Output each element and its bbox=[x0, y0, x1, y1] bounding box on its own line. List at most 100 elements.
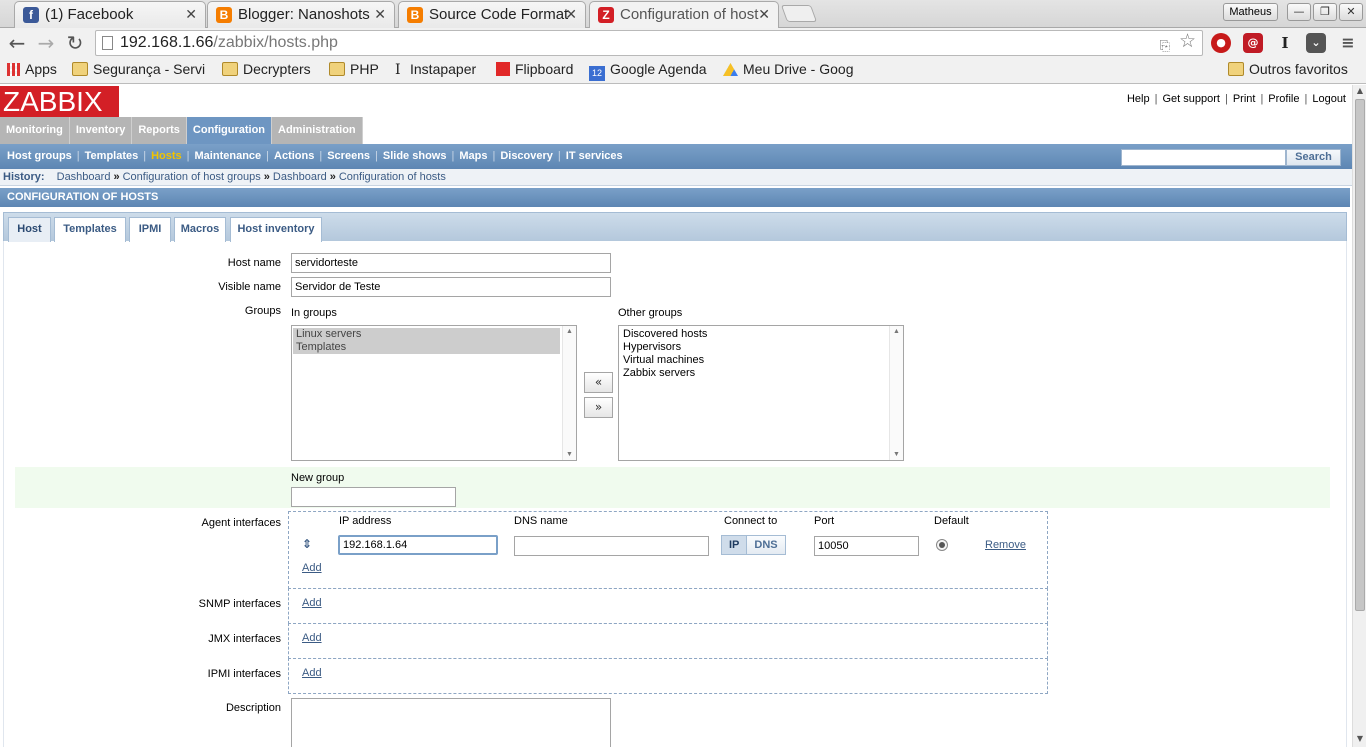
page-scrollbar[interactable]: ▲ ▼ bbox=[1352, 85, 1366, 747]
scrollbar[interactable]: ▲ ▼ bbox=[562, 326, 576, 460]
tab-templates[interactable]: Templates bbox=[54, 217, 126, 242]
description-field[interactable] bbox=[291, 698, 611, 747]
browser-tab-blogger[interactable]: B Blogger: Nanoshots ✕ bbox=[207, 1, 395, 28]
scrollbar-thumb[interactable] bbox=[1355, 99, 1365, 611]
submenu-host-groups[interactable]: Host groups bbox=[7, 150, 72, 162]
back-icon[interactable]: ← bbox=[5, 31, 29, 55]
menu-administration[interactable]: Administration bbox=[272, 117, 363, 144]
scrollbar[interactable]: ▲ ▼ bbox=[889, 326, 903, 460]
new-group-field[interactable] bbox=[291, 487, 456, 507]
history-link-dashboard[interactable]: Dashboard bbox=[57, 171, 111, 183]
menu-monitoring[interactable]: Monitoring bbox=[0, 117, 70, 144]
forward-icon[interactable]: → bbox=[34, 31, 58, 55]
remove-interface-link[interactable]: Remove bbox=[985, 539, 1026, 551]
menu-icon[interactable]: ≡ bbox=[1338, 33, 1358, 53]
scroll-down-icon[interactable]: ▼ bbox=[563, 451, 576, 458]
scroll-up-icon[interactable]: ▲ bbox=[1353, 86, 1366, 98]
translate-icon[interactable]: ⎘ bbox=[1160, 34, 1170, 58]
bookmark-decrypters[interactable]: Decrypters bbox=[222, 61, 311, 77]
zabbix-logo[interactable]: ZABBIX bbox=[0, 86, 119, 117]
get-support-link[interactable]: Get support bbox=[1162, 93, 1219, 105]
default-radio[interactable] bbox=[936, 539, 948, 551]
profile-button[interactable]: Matheus bbox=[1223, 3, 1278, 21]
browser-tab-zabbix[interactable]: Z Configuration of host ✕ bbox=[589, 1, 779, 28]
search-button[interactable]: Search bbox=[1286, 149, 1341, 166]
submenu-maintenance[interactable]: Maintenance bbox=[195, 150, 262, 162]
print-link[interactable]: Print bbox=[1233, 93, 1256, 105]
lastpass-icon[interactable]: @ bbox=[1243, 33, 1263, 53]
bookmark-php[interactable]: PHP bbox=[329, 61, 379, 77]
bookmark-apps[interactable]: Apps bbox=[7, 61, 57, 77]
list-item[interactable]: Templates bbox=[293, 341, 560, 354]
list-item[interactable]: Zabbix servers bbox=[620, 367, 887, 380]
list-item[interactable]: Discovered hosts bbox=[620, 328, 887, 341]
tab-host-inventory[interactable]: Host inventory bbox=[230, 217, 322, 242]
submenu-discovery[interactable]: Discovery bbox=[500, 150, 553, 162]
visible-name-field[interactable]: Servidor de Teste bbox=[291, 277, 611, 297]
browser-tab-facebook[interactable]: f (1) Facebook ✕ bbox=[14, 1, 206, 28]
tab-macros[interactable]: Macros bbox=[174, 217, 226, 242]
menu-configuration[interactable]: Configuration bbox=[186, 117, 273, 144]
submenu-slide-shows[interactable]: Slide shows bbox=[383, 150, 447, 162]
reload-icon[interactable]: ↻ bbox=[63, 31, 87, 55]
submenu-templates[interactable]: Templates bbox=[85, 150, 139, 162]
tab-host[interactable]: Host bbox=[8, 217, 51, 242]
minimize-icon[interactable]: — bbox=[1287, 3, 1311, 21]
scroll-down-icon[interactable]: ▼ bbox=[890, 451, 903, 458]
scroll-up-icon[interactable]: ▲ bbox=[563, 328, 576, 335]
tab-ipmi[interactable]: IPMI bbox=[129, 217, 171, 242]
menu-inventory[interactable]: Inventory bbox=[69, 117, 133, 144]
maximize-icon[interactable]: ❐ bbox=[1313, 3, 1337, 21]
profile-link[interactable]: Profile bbox=[1268, 93, 1299, 105]
adblock-icon[interactable]: ● bbox=[1211, 33, 1231, 53]
move-left-button[interactable]: « bbox=[584, 372, 613, 393]
other-groups-list[interactable]: Discovered hosts Hypervisors Virtual mac… bbox=[618, 325, 904, 461]
ip-address-field[interactable]: 192.168.1.64 bbox=[338, 535, 498, 555]
logout-link[interactable]: Logout bbox=[1312, 93, 1346, 105]
list-item[interactable]: Hypervisors bbox=[620, 341, 887, 354]
history-link-host-groups[interactable]: Configuration of host groups bbox=[123, 171, 261, 183]
scroll-down-icon[interactable]: ▼ bbox=[1353, 734, 1366, 746]
bookmark-flipboard[interactable]: Flipboard bbox=[496, 61, 573, 77]
menu-reports[interactable]: Reports bbox=[132, 117, 187, 144]
add-snmp-interface-link[interactable]: Add bbox=[302, 597, 322, 609]
bookmark-other-favorites[interactable]: Outros favoritos bbox=[1228, 61, 1348, 77]
help-link[interactable]: Help bbox=[1127, 93, 1150, 105]
bookmark-meu-drive[interactable]: Meu Drive - Goog bbox=[723, 61, 861, 77]
search-input[interactable] bbox=[1121, 149, 1286, 166]
dns-name-field[interactable] bbox=[514, 536, 709, 556]
drag-handle-icon[interactable]: ⇕ bbox=[302, 537, 312, 551]
submenu-it-services[interactable]: IT services bbox=[566, 150, 623, 162]
add-jmx-interface-link[interactable]: Add bbox=[302, 632, 322, 644]
in-groups-list[interactable]: Linux servers Templates ▲ ▼ bbox=[291, 325, 577, 461]
close-icon[interactable]: ✕ bbox=[565, 6, 577, 23]
submenu-hosts[interactable]: Hosts bbox=[151, 150, 182, 162]
add-agent-interface-link[interactable]: Add bbox=[302, 562, 322, 574]
connect-dns-button[interactable]: DNS bbox=[747, 536, 785, 554]
host-name-field[interactable]: servidorteste bbox=[291, 253, 611, 273]
move-right-button[interactable]: » bbox=[584, 397, 613, 418]
connect-ip-button[interactable]: IP bbox=[722, 536, 748, 554]
add-ipmi-interface-link[interactable]: Add bbox=[302, 667, 322, 679]
star-icon[interactable]: ☆ bbox=[1179, 30, 1196, 54]
pocket-icon[interactable]: ⌄ bbox=[1306, 33, 1326, 53]
history-link-dashboard-2[interactable]: Dashboard bbox=[273, 171, 327, 183]
close-icon[interactable]: ✕ bbox=[185, 6, 197, 23]
bookmark-instapaper[interactable]: I Instapaper bbox=[395, 61, 476, 78]
list-item[interactable]: Virtual machines bbox=[620, 354, 887, 367]
port-field[interactable]: 10050 bbox=[814, 536, 919, 556]
list-item[interactable]: Linux servers bbox=[293, 328, 560, 341]
browser-tab-source-code[interactable]: B Source Code Format ✕ bbox=[398, 1, 586, 28]
bookmark-google-agenda[interactable]: 12 Google Agenda bbox=[589, 61, 707, 81]
address-bar[interactable]: 192.168.1.66/zabbix/hosts.php ⎘ ☆ bbox=[95, 30, 1203, 56]
new-tab-button[interactable] bbox=[780, 5, 818, 22]
submenu-maps[interactable]: Maps bbox=[459, 150, 487, 162]
history-link-hosts[interactable]: Configuration of hosts bbox=[339, 171, 446, 183]
close-icon[interactable]: ✕ bbox=[374, 6, 386, 23]
bookmark-seguranca[interactable]: Segurança - Servi bbox=[72, 61, 211, 77]
instapaper-ext-icon[interactable]: I bbox=[1275, 33, 1295, 53]
window-close-icon[interactable]: ✕ bbox=[1339, 3, 1363, 21]
submenu-actions[interactable]: Actions bbox=[274, 150, 314, 162]
close-icon[interactable]: ✕ bbox=[758, 6, 770, 23]
submenu-screens[interactable]: Screens bbox=[327, 150, 370, 162]
